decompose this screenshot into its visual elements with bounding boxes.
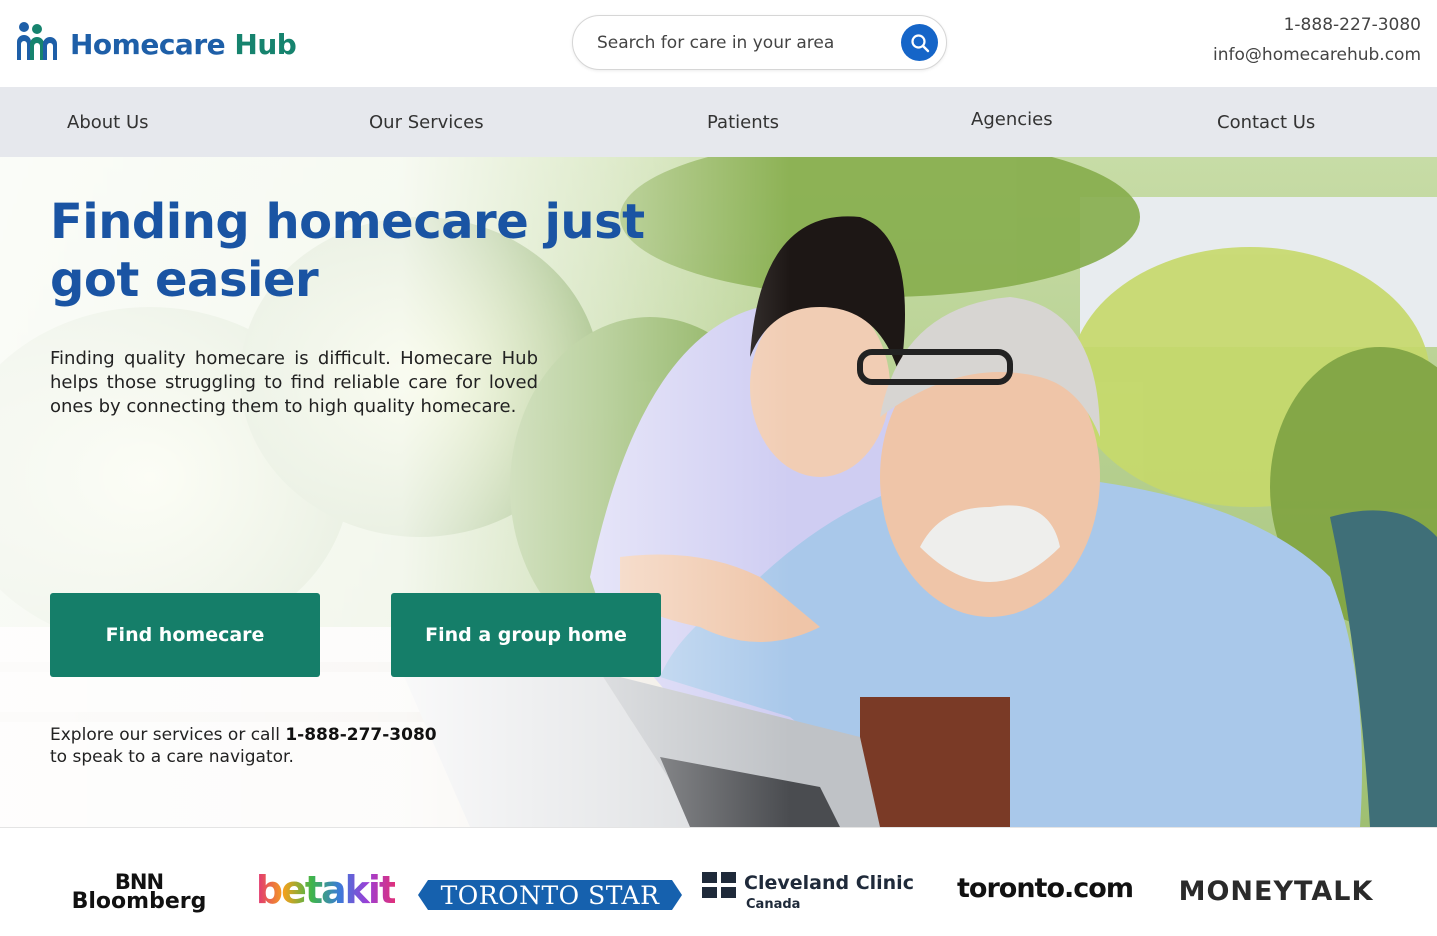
main-nav: About Us Our Services Patients Agencies … — [0, 87, 1437, 157]
hero-note-suffix: to speak to a care navigator. — [50, 747, 294, 767]
betakit-logo: betakit — [255, 868, 397, 912]
bnn-bloomberg-logo: BNN Bloomberg — [71, 870, 207, 914]
brand-logo[interactable]: Homecare Hub — [14, 20, 297, 62]
nav-item-our-services[interactable]: Our Services — [369, 112, 484, 133]
moneytalk-logo: MONEYTALK — [1178, 875, 1374, 907]
hero-note-prefix: Explore our services or call — [50, 725, 286, 745]
nav-item-patients[interactable]: Patients — [707, 112, 779, 133]
toronto-com-logo: toronto.com — [957, 872, 1134, 904]
header-contact: 1-888-227-3080 info@homecarehub.com — [1213, 10, 1421, 70]
hero-note-phone[interactable]: 1-888-277-3080 — [285, 725, 436, 745]
site-header: Homecare Hub 1-888-227-3080 info@homecar… — [0, 0, 1437, 87]
nav-item-agencies[interactable]: Agencies — [971, 109, 1053, 130]
hero-title-line-1: Finding homecare just — [50, 194, 645, 250]
search-button[interactable] — [901, 24, 938, 61]
hero-description: Finding quality homecare is difficult. H… — [50, 348, 538, 417]
header-email[interactable]: info@homecarehub.com — [1213, 40, 1421, 70]
press-logos: BNN Bloomberg betakit TORONTO STAR Cleve… — [0, 827, 1437, 936]
search-bar — [572, 15, 947, 70]
header-phone[interactable]: 1-888-227-3080 — [1213, 10, 1421, 40]
cleveland-clinic-logo: Cleveland Clinic Canada — [702, 872, 922, 916]
toronto-star-logo: TORONTO STAR — [418, 880, 682, 910]
cleveland-clinic-icon — [702, 872, 736, 898]
homecare-hub-people-icon — [14, 20, 60, 62]
search-icon — [910, 33, 929, 52]
hero-section: Finding homecare just got easier Finding… — [0, 157, 1437, 827]
hero-title-line-2: got easier — [50, 252, 319, 308]
find-homecare-button[interactable]: Find homecare — [50, 593, 320, 677]
brand-name: Homecare Hub — [70, 28, 297, 61]
hero-title: Finding homecare just got easier — [50, 193, 670, 309]
hero-call-note: Explore our services or call 1-888-277-3… — [50, 724, 437, 768]
search-input[interactable] — [597, 30, 887, 56]
nav-item-contact-us[interactable]: Contact Us — [1217, 112, 1315, 133]
nav-item-about-us[interactable]: About Us — [67, 112, 149, 133]
find-group-home-button[interactable]: Find a group home — [391, 593, 661, 677]
